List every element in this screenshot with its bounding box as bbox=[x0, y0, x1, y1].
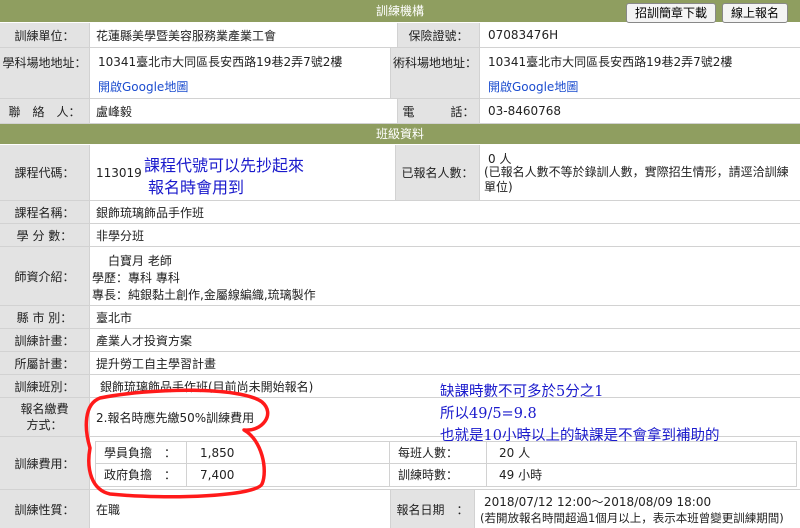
red-circle-highlight bbox=[84, 388, 270, 499]
